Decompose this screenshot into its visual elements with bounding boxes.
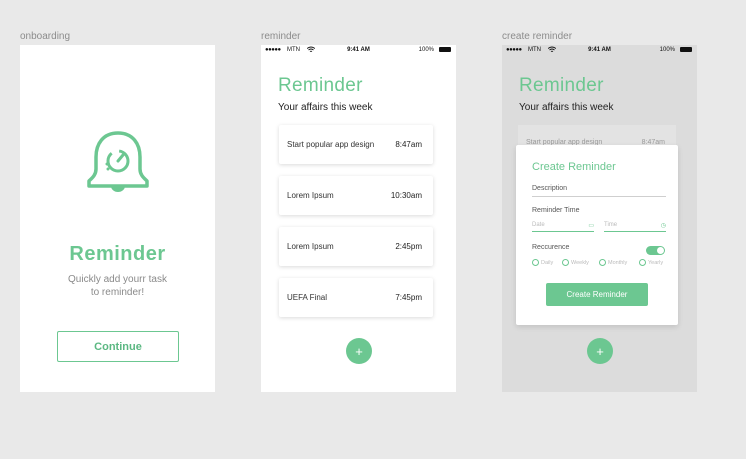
create-reminder-modal: Create Reminder Description Reminder Tim… (516, 145, 678, 325)
modal-title: Create Reminder (532, 161, 616, 173)
time-underline (604, 231, 666, 232)
radio-yearly[interactable]: Yearly (639, 259, 663, 266)
reminder-time: 2:45pm (395, 242, 422, 251)
description-underline (532, 196, 666, 197)
status-bar: ●●●●● MTN 9:41 AM 100% (261, 45, 456, 55)
reminder-time: 10:30am (390, 191, 422, 200)
frame-label-create-reminder: create reminder (502, 31, 573, 42)
reminder-time: 8:47am (395, 140, 422, 149)
add-reminder-button[interactable]: + (587, 338, 613, 364)
date-field[interactable]: Date ▭ (532, 222, 594, 229)
radio-daily[interactable]: Daily (532, 259, 553, 266)
onboarding-title: Reminder (69, 243, 166, 265)
bell-clock-icon (86, 131, 150, 193)
add-reminder-button[interactable]: + (346, 338, 372, 364)
battery-percent: 100% (418, 47, 434, 53)
recurrence-toggle[interactable] (646, 246, 665, 255)
battery-percent: 100% (659, 47, 675, 53)
continue-button[interactable]: Continue (57, 331, 179, 362)
battery-icon (680, 47, 692, 52)
reminder-card[interactable]: Lorem Ipsum 2:45pm (279, 227, 433, 266)
frame-label-reminder: reminder (261, 31, 301, 42)
battery-icon (439, 47, 451, 52)
onboarding-screen: Reminder Quickly add yourr task to remin… (20, 45, 215, 392)
reminder-time: 7:45pm (395, 293, 422, 302)
radio-monthly[interactable]: Monthly (599, 259, 627, 266)
page-subtitle: Your affairs this week (519, 102, 614, 113)
radio-weekly[interactable]: Weekly (562, 259, 589, 266)
frame-label-onboarding: onboarding (20, 31, 71, 42)
recurrence-label: Reccurence (532, 244, 570, 251)
date-underline (532, 231, 594, 232)
reminder-card[interactable]: UEFA Final 7:45pm (279, 278, 433, 317)
time-field[interactable]: Time ◷ (604, 222, 666, 229)
create-reminder-screen: ●●●●● MTN 9:41 AM 100% Reminder Your aff… (502, 45, 697, 392)
time-placeholder: Time (604, 222, 618, 228)
date-placeholder: Date (532, 222, 545, 228)
reminder-time-label: Reminder Time (532, 207, 580, 214)
clock-icon: ◷ (660, 223, 666, 229)
reminder-title: UEFA Final (287, 293, 328, 302)
onboarding-subtitle: Quickly add yourr task to reminder! (68, 274, 167, 298)
reminder-card[interactable]: Start popular app design 8:47am (279, 125, 433, 164)
reminder-title: Start popular app design (287, 140, 375, 149)
reminder-title: Lorem Ipsum (287, 191, 334, 200)
description-field[interactable]: Description (532, 185, 567, 192)
reminder-card[interactable]: Lorem Ipsum 10:30am (279, 176, 433, 215)
reminder-list-screen: ●●●●● MTN 9:41 AM 100% Reminder Your aff… (261, 45, 456, 392)
status-bar: ●●●●● MTN 9:41 AM 100% (502, 45, 697, 55)
create-reminder-button[interactable]: Create Reminder (546, 283, 648, 306)
calendar-icon: ▭ (588, 223, 594, 229)
page-title: Reminder (519, 75, 604, 96)
page-title: Reminder (278, 75, 363, 96)
page-subtitle: Your affairs this week (278, 102, 373, 113)
toggle-knob (657, 247, 664, 254)
reminder-title: Lorem Ipsum (287, 242, 334, 251)
